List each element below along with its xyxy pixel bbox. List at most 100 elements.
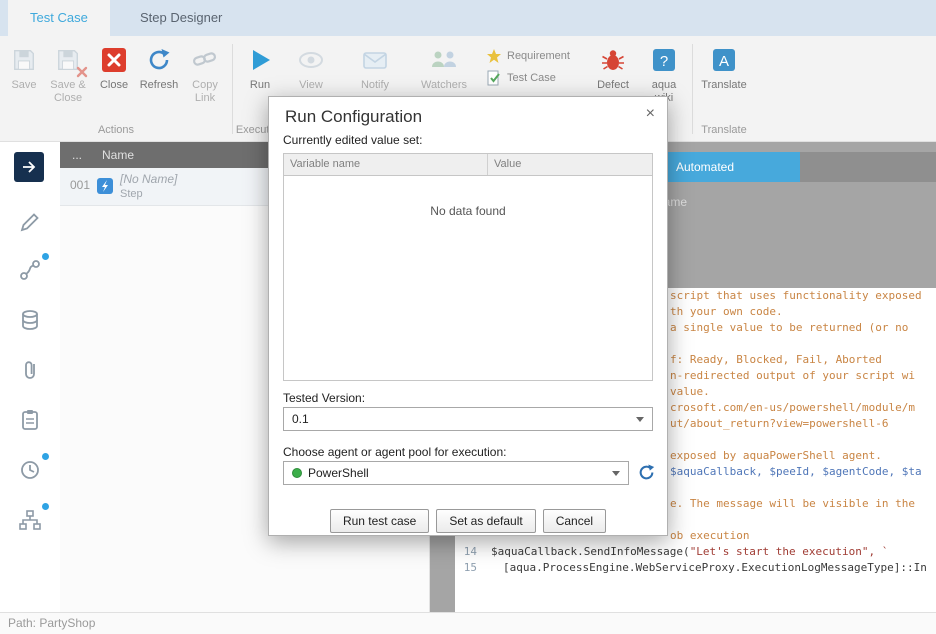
watchers-button[interactable]: Watchers (414, 42, 474, 92)
notify-label: Notify (352, 79, 398, 92)
agent-select[interactable]: PowerShell (283, 461, 629, 485)
svg-text:?: ? (660, 53, 668, 70)
translate-label: Translate (698, 79, 750, 92)
run-test-case-button[interactable]: Run test case (330, 509, 429, 533)
value-set-label: Currently edited value set: (283, 133, 422, 147)
save-button[interactable]: Save (4, 42, 44, 92)
refresh-icon (637, 463, 656, 482)
tested-version-select[interactable]: 0.1 (283, 407, 653, 431)
ribbon-separator (692, 44, 693, 134)
arrow-right-icon (20, 158, 38, 176)
paperclip-icon (18, 358, 42, 382)
main-tab-bar: Test Case Step Designer (0, 0, 936, 36)
test-case-label: Test Case (507, 72, 556, 84)
run-configuration-dialog: Run Configuration × Currently edited val… (268, 96, 668, 536)
column-icon-header: ... (72, 142, 82, 168)
edit-step-button[interactable] (16, 208, 44, 236)
svg-text:A: A (719, 53, 729, 70)
tab-step-designer[interactable]: Step Designer (118, 0, 244, 36)
save-and-close-label-1: Save & (46, 79, 90, 92)
status-bar: Path: PartyShop (0, 612, 936, 634)
refresh-button[interactable]: Refresh (136, 42, 182, 92)
tested-version-value: 0.1 (292, 412, 309, 426)
close-icon (94, 42, 134, 78)
collapse-panel-button[interactable] (14, 152, 44, 182)
flow-connector-icon (18, 258, 42, 282)
sitemap-icon (18, 508, 42, 532)
defect-button[interactable]: Defect (590, 42, 636, 92)
chevron-down-icon (612, 471, 620, 476)
requirement-icon (486, 48, 502, 64)
refresh-agents-button[interactable] (637, 463, 656, 482)
step-number: 001 (70, 178, 90, 192)
aqua-wiki-label-1: aqua (642, 79, 686, 92)
copy-link-label-2: Link (184, 92, 226, 105)
code-line: 15[aqua.ProcessEngine.WebServiceProxy.Ex… (455, 560, 936, 576)
translate-button[interactable]: A Translate (698, 42, 750, 92)
notify-icon (352, 42, 398, 78)
no-data-message: No data found (284, 204, 652, 218)
left-sidebar (0, 142, 60, 612)
column-variable-name: Variable name (284, 154, 488, 175)
translate-icon: A (698, 42, 750, 78)
notification-dot (42, 453, 49, 460)
tested-version-label: Tested Version: (283, 391, 365, 405)
value-set-grid-header: Variable name Value (284, 154, 652, 176)
pencil-icon (18, 210, 42, 234)
refresh-icon (136, 42, 182, 78)
run-button[interactable]: Run (238, 42, 282, 92)
step-subtitle: Step (120, 188, 143, 200)
clipboard-icon (18, 408, 42, 432)
agent-online-status-dot (292, 468, 302, 478)
watchers-icon (414, 42, 474, 78)
view-icon (288, 42, 334, 78)
save-and-close-button[interactable]: Save & Close (46, 42, 90, 105)
dialog-close-button[interactable]: × (646, 105, 655, 123)
dialog-title: Run Configuration (285, 107, 422, 127)
history-clock-icon (18, 458, 42, 482)
copy-link-button[interactable]: Copy Link (184, 42, 226, 105)
agent-value: PowerShell (308, 466, 369, 480)
view-label: View (288, 79, 334, 92)
cancel-button[interactable]: Cancel (543, 509, 606, 533)
view-button[interactable]: View (288, 42, 334, 92)
column-name-header: Name (102, 142, 134, 168)
copy-link-label-1: Copy (184, 79, 226, 92)
history-button[interactable] (16, 456, 44, 484)
notify-button[interactable]: Notify (352, 42, 398, 92)
close-button[interactable]: Close (94, 42, 134, 92)
tab-test-case[interactable]: Test Case (8, 0, 110, 36)
save-and-close-icon (46, 42, 90, 78)
step-title: [No Name] (120, 172, 177, 186)
refresh-label: Refresh (136, 79, 182, 92)
dialog-button-row: Run test case Set as default Cancel (269, 509, 667, 533)
column-value: Value (488, 154, 652, 175)
aqua-wiki-icon: ? (642, 42, 686, 78)
code-line: 14$aquaCallback.SendInfoMessage("Let's s… (455, 544, 936, 560)
status-path: Path: PartyShop (8, 616, 95, 630)
attachments-button[interactable] (16, 356, 44, 384)
test-case-button[interactable]: Test Case (486, 70, 556, 86)
database-icon (18, 308, 42, 332)
save-icon (4, 42, 44, 78)
value-set-grid: Variable name Value No data found (283, 153, 653, 381)
chevron-down-icon (636, 417, 644, 422)
requirement-button[interactable]: Requirement (486, 48, 570, 64)
run-label: Run (238, 79, 282, 92)
copy-link-icon (184, 42, 226, 78)
checklist-button[interactable] (16, 406, 44, 434)
agent-pool-label: Choose agent or agent pool for execution… (283, 445, 507, 459)
watchers-label: Watchers (414, 79, 474, 92)
ribbon-group-translate: Translate (698, 124, 750, 136)
step-type-icon (96, 177, 114, 195)
requirement-label: Requirement (507, 50, 570, 62)
defect-icon (590, 42, 636, 78)
hierarchy-button[interactable] (16, 506, 44, 534)
save-label: Save (4, 79, 44, 92)
notification-dot (42, 503, 49, 510)
set-as-default-button[interactable]: Set as default (436, 509, 535, 533)
ribbon-group-actions: Actions (4, 124, 228, 136)
data-button[interactable] (16, 306, 44, 334)
dependencies-button[interactable] (16, 256, 44, 284)
notification-dot (42, 253, 49, 260)
